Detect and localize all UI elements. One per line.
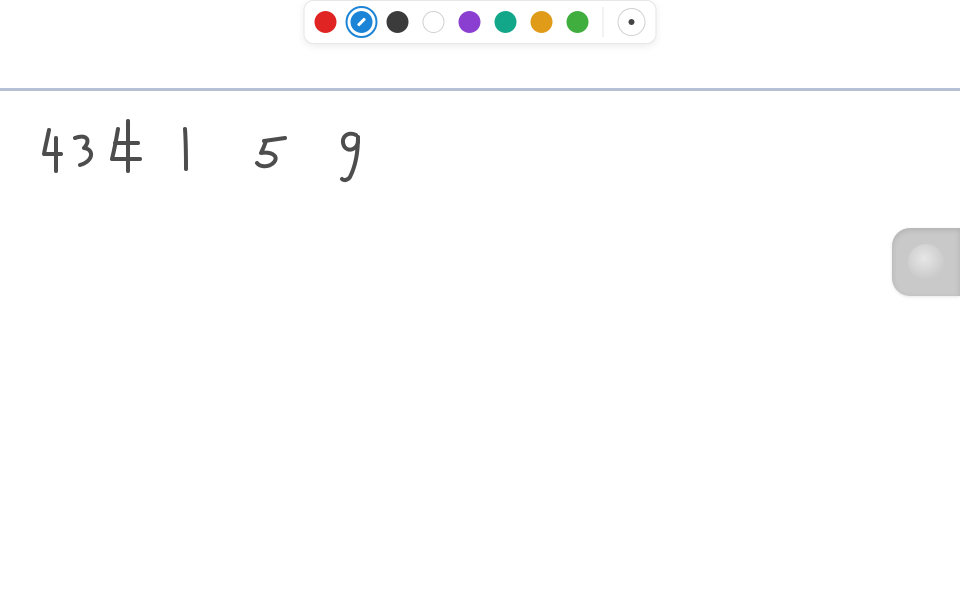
drawing-canvas[interactable] xyxy=(0,91,960,600)
color-swatch-white[interactable] xyxy=(423,11,445,33)
color-swatch-black[interactable] xyxy=(387,11,409,33)
color-swatch-red[interactable] xyxy=(315,11,337,33)
floating-assist-button[interactable] xyxy=(892,228,960,296)
color-swatch-green[interactable] xyxy=(567,11,589,33)
palette-divider xyxy=(603,7,604,37)
color-swatch-purple[interactable] xyxy=(459,11,481,33)
color-swatch-row xyxy=(315,11,589,33)
assistive-touch-icon xyxy=(908,244,944,280)
color-palette-toolbar xyxy=(304,0,657,44)
ink-stroke-1 xyxy=(185,129,186,169)
ink-stroke-5-body xyxy=(257,141,276,166)
color-swatch-orange[interactable] xyxy=(531,11,553,33)
app-stage xyxy=(0,0,960,600)
ink-layer xyxy=(0,91,960,600)
ink-stroke-3 xyxy=(75,137,91,165)
color-swatch-teal[interactable] xyxy=(495,11,517,33)
more-colors-icon xyxy=(629,19,635,25)
more-colors-button[interactable] xyxy=(618,8,646,36)
ink-stroke-4a xyxy=(44,130,61,154)
color-swatch-blue[interactable] xyxy=(351,11,373,33)
